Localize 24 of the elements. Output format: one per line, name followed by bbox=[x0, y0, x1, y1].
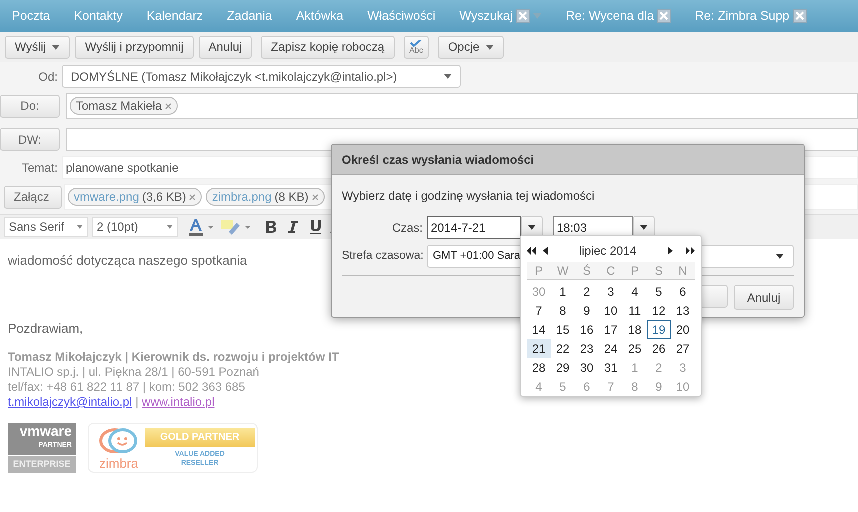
logo-text: ENTERPRISE bbox=[8, 456, 76, 473]
dialog-title: Określ czas wysłania wiadomości bbox=[332, 145, 804, 175]
signature-name: Tomasz Mikołajczyk | Kierownik ds. rozwoju i projektów IT bbox=[8, 350, 340, 365]
logo-text: GOLD PARTNER bbox=[145, 428, 255, 447]
weekday-label: Ś bbox=[582, 262, 592, 279]
weekday-label: W bbox=[556, 262, 570, 279]
field-label: Od: bbox=[38, 68, 59, 86]
weekday-label: P bbox=[630, 262, 640, 279]
weekday-label: N bbox=[678, 262, 688, 279]
month-title: lipiec 2014 bbox=[578, 243, 638, 260]
weekday-label: S bbox=[654, 262, 664, 279]
signature-address: INTALIO sp.j. | ul. Piękna 28/1 | 60-591 Poznań bbox=[8, 365, 260, 380]
dialog-prompt: Wybierz datę i godzinę wysłania tej wiadomości bbox=[342, 188, 596, 205]
separator-text: | bbox=[136, 395, 139, 409]
signature-phone: tel/fax: +48 61 822 11 87 | kom: 502 363 685 bbox=[8, 380, 246, 395]
message-text: wiadomość dotycząca naszego spotkania bbox=[8, 252, 248, 270]
field-label: Strefa czasowa: bbox=[342, 248, 425, 264]
field-label: Czas: bbox=[391, 220, 424, 236]
logo-text: vmware bbox=[18, 425, 72, 437]
field-label: Temat: bbox=[20, 160, 59, 176]
logo-text: zimbra bbox=[99, 456, 138, 470]
weekday-label: C bbox=[606, 262, 616, 279]
greeting-text: Pozdrawiam, bbox=[8, 320, 84, 338]
weekday-label: P bbox=[534, 262, 544, 279]
